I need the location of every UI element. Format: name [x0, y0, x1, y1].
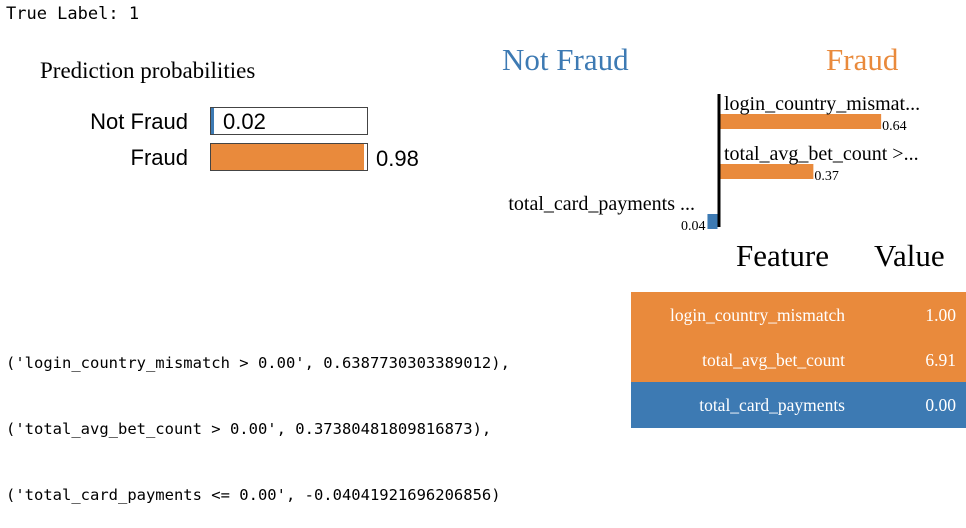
contribution-value-label: 0.04: [681, 219, 706, 234]
feature-table-row: total_card_payments 0.00: [631, 382, 966, 428]
feature-value-cell: 1.00: [925, 305, 956, 325]
feature-contribution-chart: login_country_mismat... 0.64 total_avg_bet…: [508, 93, 920, 234]
contribution-value-label: 0.64: [882, 119, 907, 134]
feature-table-row: total_avg_bet_count 6.91: [631, 337, 966, 383]
raw-explanation-line: ('total_card_payments <= 0.00', -0.04041…: [6, 486, 501, 504]
feature-value-cell: 0.00: [925, 395, 956, 415]
probability-label-fraud: Fraud: [130, 145, 188, 170]
probability-bar-fill-not-fraud: [211, 108, 215, 134]
raw-explanation-list: ('login_country_mismatch > 0.00', 0.6387…: [6, 308, 510, 528]
probability-bar-fill-fraud: [211, 144, 364, 170]
contribution-bar: [720, 164, 814, 179]
raw-explanation-line: ('login_country_mismatch > 0.00', 0.6387…: [6, 354, 510, 372]
contribution-label: total_card_payments ...: [508, 193, 695, 215]
table-header-feature: Feature: [736, 238, 829, 273]
probability-value-not-fraud: 0.02: [223, 109, 266, 134]
probability-bar-frame-not-fraud: 0.02: [210, 107, 368, 135]
feature-name-cell: login_country_mismatch: [670, 305, 845, 325]
class-label-not-fraud: Not Fraud: [502, 42, 629, 77]
class-label-fraud: Fraud: [826, 42, 899, 77]
table-header-value: Value: [874, 238, 945, 273]
contribution-bar: [720, 114, 882, 129]
probability-row-fraud: Fraud 0.98: [0, 143, 460, 173]
feature-table-row: login_country_mismatch 1.00: [631, 292, 966, 338]
probability-value-fraud: 0.98: [376, 146, 419, 171]
raw-explanation-line: ('total_avg_bet_count > 0.00', 0.3738048…: [6, 420, 492, 438]
prediction-probabilities-title: Prediction probabilities: [40, 58, 256, 83]
feature-name-cell: total_avg_bet_count: [702, 350, 845, 370]
probability-bar-frame-fraud: [210, 143, 368, 171]
contribution-value-label: 0.37: [814, 169, 839, 184]
contribution-label: login_country_mismat...: [724, 93, 920, 115]
probability-row-not-fraud: Not Fraud 0.02: [0, 107, 460, 137]
contribution-bar: [707, 214, 718, 229]
contribution-label: total_avg_bet_count >...: [724, 143, 919, 165]
probability-label-not-fraud: Not Fraud: [90, 109, 188, 134]
feature-value-cell: 6.91: [925, 350, 956, 370]
feature-name-cell: total_card_payments: [699, 395, 845, 415]
true-label-text: True Label: 1: [6, 4, 140, 24]
